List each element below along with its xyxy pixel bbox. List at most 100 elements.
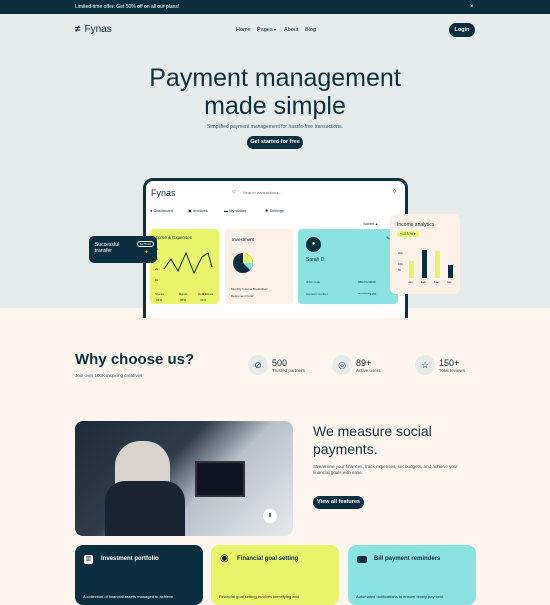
stat-reviews: ☆ 150+ Total reviews — [415, 355, 465, 375]
feature-card-bills[interactable]: Bill payment reminders Automated notific… — [348, 545, 476, 605]
star-icon: ☆ — [415, 355, 435, 375]
field-label: Account number — [306, 292, 328, 296]
field-label: IFSC code — [306, 280, 321, 284]
feature-desc: Financial goal setting involves identify… — [219, 594, 300, 599]
social-title: We measure social payments. — [313, 422, 432, 458]
investment-item: Monthly Income Breakdown — [231, 287, 269, 291]
legend-value: 33% — [200, 298, 207, 302]
profile-card: ● ✎ Sarah D IFSC code #BD0723098 Account… — [298, 229, 398, 304]
social-text: Streamline your finances, track expenses… — [313, 464, 458, 475]
nav-home[interactable]: Home — [236, 27, 251, 33]
investment-pie-chart — [233, 253, 253, 273]
profile-name: Sarah D — [306, 257, 325, 263]
analytics-bar-jan — [409, 261, 414, 278]
logo-icon: ≠ — [75, 24, 81, 35]
dashboard-brand: Fynas — [151, 188, 176, 198]
brand-name: Fynas — [84, 24, 112, 35]
menu-wallet[interactable]: ▬ My wallet — [224, 208, 246, 213]
investment-item: Retirement Fund — [231, 294, 254, 298]
chevron-down-icon: ▾ — [274, 27, 277, 32]
toast-label: Successful transfer — [95, 242, 120, 254]
monitor — [195, 461, 245, 497]
stat-partners: ⊘ 500 Trusted partners — [248, 355, 305, 375]
toast-amount: $175.00 — [137, 241, 154, 247]
menu-label: My wallet — [229, 208, 246, 213]
stat-value: 150+ — [439, 357, 460, 368]
y-tick: 2k — [155, 267, 159, 271]
nav-blog[interactable]: Blog — [305, 27, 316, 33]
badge-text: +10.5 % — [400, 232, 413, 236]
stat-label: Total reviews — [439, 367, 466, 373]
field-value: #BD0723098 — [358, 280, 376, 284]
social-title-line2: payments. — [313, 441, 378, 457]
promo-banner: Limited-time offer: Get 50% off on all o… — [0, 0, 550, 14]
investment-card: Investment Monthly Income Breakdown Reti… — [225, 229, 293, 304]
social-title-line1: We measure social — [313, 423, 432, 439]
nav-about[interactable]: About — [284, 27, 298, 33]
field-value: **********3456 — [358, 292, 377, 296]
menu-dashboard[interactable]: ● Dashboard — [150, 208, 173, 213]
feature-card-goal[interactable]: ◉ Financial goal setting Financial goal … — [211, 545, 339, 605]
feature-desc: Automated notifications to ensure timely… — [356, 594, 444, 599]
legend-label: Bonds — [179, 292, 188, 296]
target-icon: ◎ — [332, 355, 352, 375]
get-started-button[interactable]: Get started for free — [247, 136, 303, 149]
transfer-toast: Successful transfer $175.00 ✦ — [89, 236, 157, 263]
stat-label: Trusted partners — [272, 367, 305, 373]
search-input[interactable]: Search transactions... — [243, 190, 282, 195]
office-photo: II — [75, 421, 293, 536]
search-icon: ○ — [232, 189, 236, 195]
menu-settings[interactable]: ✱ Settings — [265, 208, 284, 213]
feature-title: Investment portfolio — [101, 556, 159, 562]
growth-badge: +10.5 % ▾ — [397, 231, 419, 237]
sort-dropdown[interactable]: Saved ▴ — [363, 221, 377, 226]
y-tick: 5k — [398, 268, 402, 272]
month-label: Mar — [434, 280, 440, 284]
y-tick: 20k — [398, 251, 403, 255]
bell-icon[interactable]: ◊ — [393, 189, 396, 195]
feature-title: Bill payment reminders — [374, 556, 441, 562]
why-title: Why choose us? — [75, 351, 195, 368]
feature-card-investment[interactable]: ▥ Investment portfolio A collection of f… — [75, 545, 203, 605]
person-suit — [105, 481, 185, 536]
card-title: Income analytics — [397, 222, 435, 228]
legend-value: 38% — [180, 298, 187, 302]
sort-label: Saved — [363, 221, 375, 226]
menu-label: Invoices — [192, 208, 208, 213]
y-tick: 10k — [398, 262, 403, 266]
menu-label: Dashboard — [153, 208, 174, 213]
month-label: Jan — [408, 280, 413, 284]
card-title: Income & Expenses — [152, 235, 193, 240]
promo-text: Limited-time offer: Get 50% off on all o… — [75, 4, 180, 10]
hero-title-line2: made simple — [204, 92, 346, 120]
card-title: Investment — [232, 237, 255, 242]
avatar: ● — [306, 237, 321, 252]
analytics-bar-feb — [422, 250, 427, 278]
nav-pages[interactable]: Pages — [257, 27, 273, 33]
legend-label: Stocks — [155, 292, 165, 296]
bar-chart-icon: ▥ — [84, 555, 93, 564]
feature-desc: A collection of financial assets managed… — [83, 594, 174, 599]
stat-label: Active users — [356, 367, 381, 373]
y-tick: 1k — [155, 278, 159, 282]
logo[interactable]: ≠ Fynas — [75, 24, 112, 35]
hero-title-line1: Payment management — [149, 64, 401, 92]
pause-button[interactable]: II — [263, 509, 277, 523]
why-subtitle: Join over 100K inspiring creatives. — [75, 373, 144, 378]
month-label: Apr — [447, 280, 452, 284]
month-label: Feb — [421, 280, 427, 284]
hero-subtitle: Simplified payment management for hassle… — [207, 124, 343, 130]
stat-value: 89+ — [356, 357, 372, 368]
close-icon[interactable]: × — [470, 0, 474, 14]
login-button[interactable]: Login — [449, 23, 475, 37]
stat-users: ◎ 89+ Active users — [332, 355, 381, 375]
target-icon: ◉ — [220, 553, 229, 564]
dashboard-mockup: Fynas ○ Search transactions... ◊ ● Dashb… — [143, 178, 408, 318]
view-features-button[interactable]: View all features — [313, 496, 364, 509]
wallet-icon — [357, 556, 367, 563]
income-analytics-card: Income analytics +10.5 % ▾ 20k 10k 5k Ja… — [390, 214, 460, 294]
legend-value: 33% — [156, 298, 163, 302]
feature-title: Financial goal setting — [237, 556, 299, 562]
analytics-bar-mar — [435, 251, 440, 278]
menu-invoices[interactable]: ▣ Invoices — [188, 208, 208, 213]
